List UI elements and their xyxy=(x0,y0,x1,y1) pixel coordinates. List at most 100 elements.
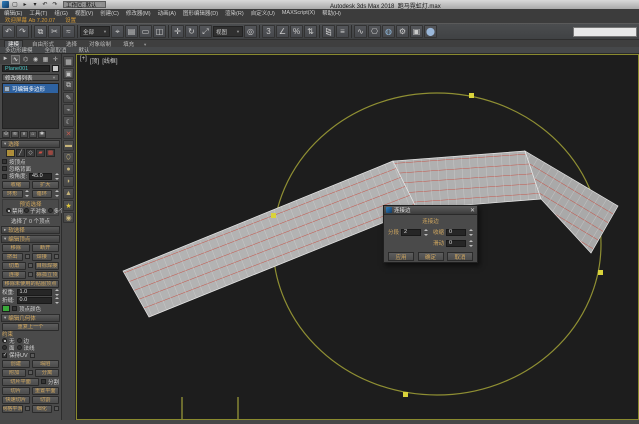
connect-settings-box[interactable] xyxy=(28,272,33,277)
extrude-button[interactable]: 挤出 xyxy=(2,253,23,261)
select-and-link-icon[interactable]: ⧉ xyxy=(34,25,47,38)
menu-create[interactable]: 创建(C) xyxy=(100,9,119,17)
tab-utilities-icon[interactable]: ✛ xyxy=(51,55,60,64)
slide-field[interactable]: 0 xyxy=(446,240,466,247)
dialog-title-bar[interactable]: 连接边 ✕ xyxy=(384,206,477,215)
subobject-vertex-icon[interactable]: ∴ xyxy=(6,149,15,157)
tab-hierarchy-icon[interactable]: ⌬ xyxy=(21,55,30,64)
remove-button[interactable]: 移除 xyxy=(2,244,30,252)
rollout-soft-selection-header[interactable]: ▸ 软选择 xyxy=(1,226,60,234)
preserve-uv-settings-box[interactable] xyxy=(30,353,35,358)
remove-modifier-icon[interactable]: ⌂ xyxy=(29,131,37,138)
make-unique-icon[interactable]: ∨ xyxy=(20,131,28,138)
align-icon[interactable]: ≡ xyxy=(336,25,349,38)
slice-button[interactable]: 切片 xyxy=(2,387,30,395)
menu-animation[interactable]: 动画(A) xyxy=(158,9,176,17)
new-scene-icon[interactable]: ▢ xyxy=(11,1,19,8)
configure-modifier-sets-icon[interactable]: ✱ xyxy=(38,131,46,138)
segments-field[interactable]: 2 xyxy=(401,229,421,236)
undo-quick-icon[interactable]: ↶ xyxy=(41,1,49,8)
rectangular-selection-region-icon[interactable]: ▭ xyxy=(139,25,152,38)
tessellate-button[interactable]: 细化 xyxy=(32,405,53,413)
tab-motion-icon[interactable]: ◉ xyxy=(31,55,40,64)
reset-plane-button[interactable]: 重置平面 xyxy=(32,387,60,395)
meshsmooth-button[interactable]: 网格平滑 xyxy=(2,405,23,413)
crease-spinner[interactable] xyxy=(54,297,59,304)
pin-stack-icon[interactable]: ⊝ xyxy=(2,131,10,138)
select-by-name-icon[interactable]: ▤ xyxy=(125,25,138,38)
select-and-rotate-icon[interactable]: ↻ xyxy=(185,25,198,38)
open-file-icon[interactable]: ▸ xyxy=(21,1,29,8)
reference-coordinate-dropdown[interactable]: 视图 ▼ xyxy=(213,26,243,37)
constraint-edge-radio[interactable] xyxy=(17,338,22,343)
window-crossing-icon[interactable]: ◫ xyxy=(153,25,166,38)
connect-button[interactable]: 连接 xyxy=(2,271,26,279)
moon-icon[interactable]: ☾ xyxy=(63,116,74,127)
edit-icon[interactable]: ✎ xyxy=(63,92,74,103)
tab-modify-icon[interactable]: ∿ xyxy=(11,55,20,64)
object-color-swatch[interactable] xyxy=(52,65,59,72)
viewport-menu-plus[interactable]: [+] xyxy=(80,56,87,65)
menu-maxscript[interactable]: MAXScript(X) xyxy=(282,10,315,16)
create-button[interactable]: 创建 xyxy=(2,360,30,368)
ribbon-tab-populate[interactable]: 填充 xyxy=(120,40,137,47)
select-object-icon[interactable]: ⌖ xyxy=(111,25,124,38)
remove-unused-map-verts-button[interactable]: 移除未使用的贴图顶点 xyxy=(2,280,59,288)
subobject-edge-icon[interactable]: ╱ xyxy=(16,149,25,157)
subobject-border-icon[interactable]: ◇ xyxy=(26,149,35,157)
subobject-polygon-icon[interactable]: ▰ xyxy=(36,149,45,157)
weight-spinner[interactable] xyxy=(54,289,59,296)
render-setup-icon[interactable]: ⚙ xyxy=(396,25,409,38)
undo-icon[interactable]: ↶ xyxy=(2,25,15,38)
select-and-move-icon[interactable]: ✛ xyxy=(171,25,184,38)
viewport-menu-view[interactable]: [顶] xyxy=(90,56,99,65)
chamfer-button[interactable]: 切角 xyxy=(2,262,26,270)
save-file-icon[interactable]: ▾ xyxy=(31,1,39,8)
spinner-snap-icon[interactable]: ⇅ xyxy=(304,25,317,38)
crease-field[interactable]: 0.0 xyxy=(17,297,52,304)
geosphere-primitive-icon[interactable]: ◉ xyxy=(63,212,74,223)
vertex-color-checkbox[interactable] xyxy=(12,306,17,311)
ok-button[interactable]: 确定 xyxy=(418,252,444,261)
target-weld-button[interactable]: 目标焊接 xyxy=(35,262,59,270)
show-end-result-icon[interactable]: ≋ xyxy=(11,131,19,138)
ribbon-tab-object-paint[interactable]: 对象绘制 xyxy=(86,40,114,47)
pinch-field[interactable]: 0 xyxy=(446,229,466,236)
angle-snap-icon[interactable]: ∠ xyxy=(276,25,289,38)
layers-icon[interactable]: ⧉ xyxy=(63,80,74,91)
attach-button[interactable]: 附加 xyxy=(2,369,26,377)
weld-button[interactable]: 焊接 xyxy=(32,253,53,261)
grow-button[interactable]: 扩大 xyxy=(32,181,60,189)
by-vertex-checkbox[interactable] xyxy=(2,159,7,164)
cone-primitive-icon[interactable]: ▲ xyxy=(63,188,74,199)
star-primitive-icon[interactable]: ★ xyxy=(63,200,74,211)
preview-disable-radio[interactable] xyxy=(6,208,11,213)
cancel-button[interactable]: 取消 xyxy=(447,252,473,261)
cut-button[interactable]: 切割 xyxy=(32,396,60,404)
bind-to-space-warp-icon[interactable]: ≈ xyxy=(62,25,75,38)
use-pivot-point-icon[interactable]: ◎ xyxy=(244,25,257,38)
chamfer-settings-box[interactable] xyxy=(28,263,33,268)
disc-primitive-icon[interactable]: ◗ xyxy=(63,176,74,187)
grid-icon[interactable]: ▦ xyxy=(63,56,74,67)
quickslice-button[interactable]: 快速切片 xyxy=(2,396,30,404)
ribbon-panel-unhide-all[interactable]: 全部取消 xyxy=(45,46,67,54)
3dsmax-logo-icon[interactable] xyxy=(2,1,9,8)
schematic-view-icon[interactable]: ⎔ xyxy=(368,25,381,38)
segments-spinner[interactable] xyxy=(423,229,428,236)
viewport-label[interactable]: [+] [顶] [线框] xyxy=(80,56,118,65)
loop-button[interactable]: 循环 xyxy=(32,190,53,198)
by-angle-field[interactable]: 45.0 xyxy=(29,173,52,180)
menu-graph-editors[interactable]: 图形编辑器(D) xyxy=(183,9,218,17)
break-button[interactable]: 断开 xyxy=(32,244,60,252)
box-mode-icon[interactable]: ▣ xyxy=(63,68,74,79)
tessellate-settings-box[interactable] xyxy=(54,406,59,411)
sphere-primitive-icon[interactable]: ● xyxy=(63,164,74,175)
percent-snap-icon[interactable]: % xyxy=(290,25,303,38)
connect-edges-dialog[interactable]: 连接边 ✕ 连接边 分段 2 收缩 0 滑动 0 应用 确定 取消 xyxy=(383,205,478,263)
material-editor-icon[interactable]: ◍ xyxy=(382,25,395,38)
stack-entry-editable-poly[interactable]: 可编辑多边形 xyxy=(3,84,58,93)
mirror-icon[interactable]: ⧎ xyxy=(322,25,335,38)
ribbon-panel-default[interactable]: 默认 xyxy=(79,46,90,54)
viewport-menu-shading[interactable]: [线框] xyxy=(102,56,117,65)
